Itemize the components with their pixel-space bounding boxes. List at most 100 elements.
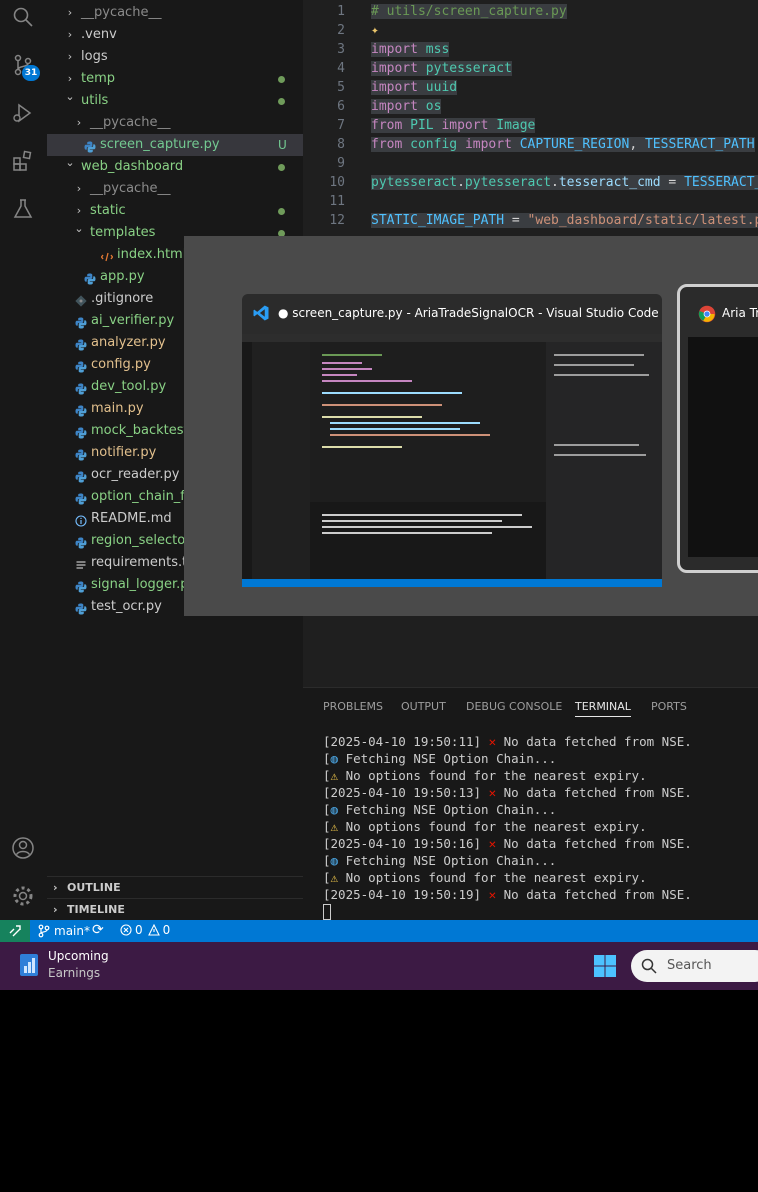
- code-token: =: [504, 213, 528, 228]
- python-file-icon: [75, 381, 87, 395]
- remote-indicator[interactable]: [0, 920, 30, 942]
- explorer-item[interactable]: › __pycache__: [47, 178, 303, 200]
- explorer-item[interactable]: › static: [47, 200, 303, 222]
- explorer-item-label: dev_tool.py: [91, 379, 167, 394]
- windows-start-icon[interactable]: [593, 954, 617, 978]
- terminal-message: No data fetched from NSE.: [496, 734, 692, 749]
- line-number: 7: [337, 118, 345, 133]
- explorer-item[interactable]: › __pycache__: [47, 112, 303, 134]
- python-file-icon: [75, 469, 87, 483]
- warning-icon: [147, 924, 160, 936]
- explorer-item[interactable]: screen_capture.py U: [47, 134, 303, 156]
- terminal-prefix: [2025-04-10 19:50:19]: [323, 887, 489, 902]
- git-status-dot: [278, 76, 285, 83]
- vscode-preview: [242, 334, 662, 587]
- chrome-logo-icon: [698, 305, 716, 323]
- problems-indicator[interactable]: 0 0: [120, 923, 170, 937]
- chevron-down-icon[interactable]: ⌄: [65, 152, 75, 174]
- settings-gear-icon[interactable]: [10, 883, 36, 909]
- explorer-item-label: .venv: [81, 27, 117, 42]
- code-token: .: [551, 175, 559, 190]
- globe-icon: ◍: [330, 751, 339, 766]
- terminal-prefix: [: [323, 870, 331, 885]
- explorer-item[interactable]: › .venv: [47, 24, 303, 46]
- code-token: import: [371, 61, 418, 76]
- terminal-message: Fetching NSE Option Chain...: [338, 802, 557, 817]
- account-icon[interactable]: [10, 835, 36, 861]
- html-file-icon: [100, 249, 114, 262]
- explorer-item-label: __pycache__: [90, 181, 171, 196]
- timeline-section[interactable]: › TIMELINE: [47, 898, 303, 921]
- panel-tab-debug-console[interactable]: DEBUG CONSOLE: [466, 700, 562, 713]
- explorer-item[interactable]: ⌄ utils: [47, 90, 303, 112]
- explorer-item-label: web_dashboard: [81, 159, 184, 174]
- line-number: 3: [337, 42, 345, 57]
- terminal-prefix: [2025-04-10 19:50:16]: [323, 836, 489, 851]
- chevron-right-icon[interactable]: ›: [65, 2, 75, 24]
- search-icon[interactable]: [10, 4, 36, 30]
- python-file-icon: [75, 579, 87, 593]
- explorer-item-label: README.md: [91, 511, 172, 526]
- terminal-line: [⚠ No options found for the nearest expi…: [323, 870, 647, 885]
- chevron-down-icon[interactable]: ⌄: [65, 86, 75, 108]
- outline-section[interactable]: › OUTLINE: [47, 876, 303, 899]
- code-token: Image: [496, 118, 536, 133]
- widget-title[interactable]: Upcoming: [48, 949, 109, 963]
- panel-tab-problems[interactable]: PROBLEMS: [323, 700, 383, 713]
- explorer-item[interactable]: ⌄ web_dashboard: [47, 156, 303, 178]
- chevron-right-icon[interactable]: ›: [65, 46, 75, 68]
- explorer-item-label: .gitignore: [91, 291, 154, 306]
- terminal-line: [⚠ No options found for the nearest expi…: [323, 819, 647, 834]
- code-line: STATIC_IMAGE_PATH = "web_dashboard/stati…: [371, 213, 758, 228]
- line-number: 1: [337, 4, 345, 19]
- line-number: 12: [329, 213, 345, 228]
- windows-taskbar: Upcoming Earnings Search: [0, 942, 758, 990]
- python-file-icon: [84, 139, 96, 153]
- code-token: import: [371, 99, 418, 114]
- taskbar-search[interactable]: Search: [631, 950, 758, 982]
- chevron-right-icon[interactable]: ›: [65, 24, 75, 46]
- python-file-icon: [75, 535, 87, 549]
- explorer-item-label: notifier.py: [91, 445, 157, 460]
- panel-tab-terminal[interactable]: TERMINAL: [575, 700, 631, 717]
- panel-tab-output[interactable]: OUTPUT: [401, 700, 446, 713]
- explorer-item-label: screen_capture.py: [100, 137, 220, 152]
- code-token: pytesseract: [371, 175, 458, 190]
- code-token: [402, 137, 411, 152]
- python-file-icon: [75, 337, 87, 351]
- branch-indicator[interactable]: main*: [38, 923, 90, 939]
- info-file-icon: [75, 513, 87, 527]
- code-line: # utils/screen_capture.py: [371, 4, 567, 19]
- sync-icon[interactable]: ⟳: [92, 922, 104, 938]
- explorer-item-label: temp: [81, 71, 116, 86]
- extensions-icon[interactable]: [10, 148, 36, 174]
- terminal-prefix: [2025-04-10 19:50:13]: [323, 785, 489, 800]
- chevron-down-icon[interactable]: ⌄: [74, 218, 84, 240]
- cross-mark-icon: ✕: [488, 785, 497, 800]
- code-token: [457, 137, 465, 152]
- terminal-message: Fetching NSE Option Chain...: [338, 853, 557, 868]
- window-thumbnail-chrome[interactable]: Aria Tr: [677, 284, 758, 573]
- code-token: ,: [629, 137, 645, 152]
- git-status-dot: [278, 208, 285, 215]
- explorer-item[interactable]: › __pycache__: [47, 2, 303, 24]
- testing-flask-icon[interactable]: [10, 196, 36, 222]
- python-file-icon: [75, 403, 87, 417]
- chevron-right-icon[interactable]: ›: [74, 112, 84, 134]
- code-token: uuid: [425, 80, 458, 95]
- run-debug-icon[interactable]: [10, 100, 36, 126]
- git-branch-icon: [38, 924, 50, 938]
- terminal-message: No data fetched from NSE.: [496, 836, 692, 851]
- explorer-item[interactable]: › temp: [47, 68, 303, 90]
- code-line: import pytesseract: [371, 61, 512, 76]
- code-token: from: [371, 137, 403, 152]
- python-file-icon: [75, 425, 87, 439]
- error-icon: [120, 924, 132, 936]
- chevron-right-icon[interactable]: ›: [74, 178, 84, 200]
- task-switcher-overlay: ● screen_capture.py - AriaTradeSignalOCR…: [184, 236, 758, 616]
- python-file-icon: [84, 271, 96, 285]
- window-thumbnail-vscode[interactable]: ● screen_capture.py - AriaTradeSignalOCR…: [242, 294, 662, 587]
- explorer-item[interactable]: › logs: [47, 46, 303, 68]
- panel-tab-ports[interactable]: PORTS: [651, 700, 687, 713]
- code-token: import: [464, 137, 512, 152]
